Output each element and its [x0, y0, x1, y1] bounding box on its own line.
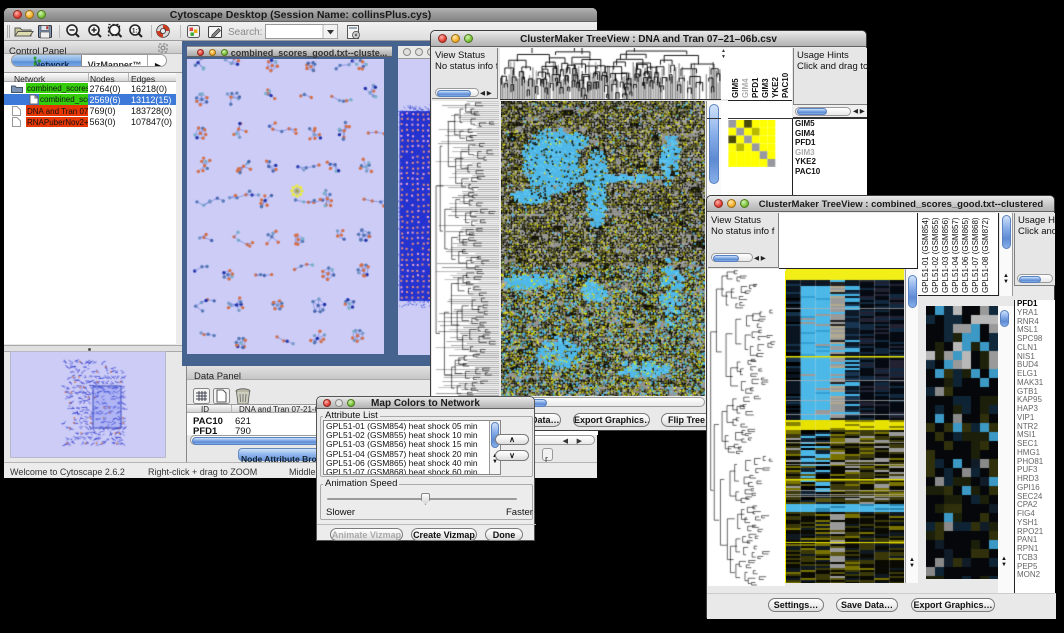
svg-text:Search:: Search: [228, 27, 262, 38]
